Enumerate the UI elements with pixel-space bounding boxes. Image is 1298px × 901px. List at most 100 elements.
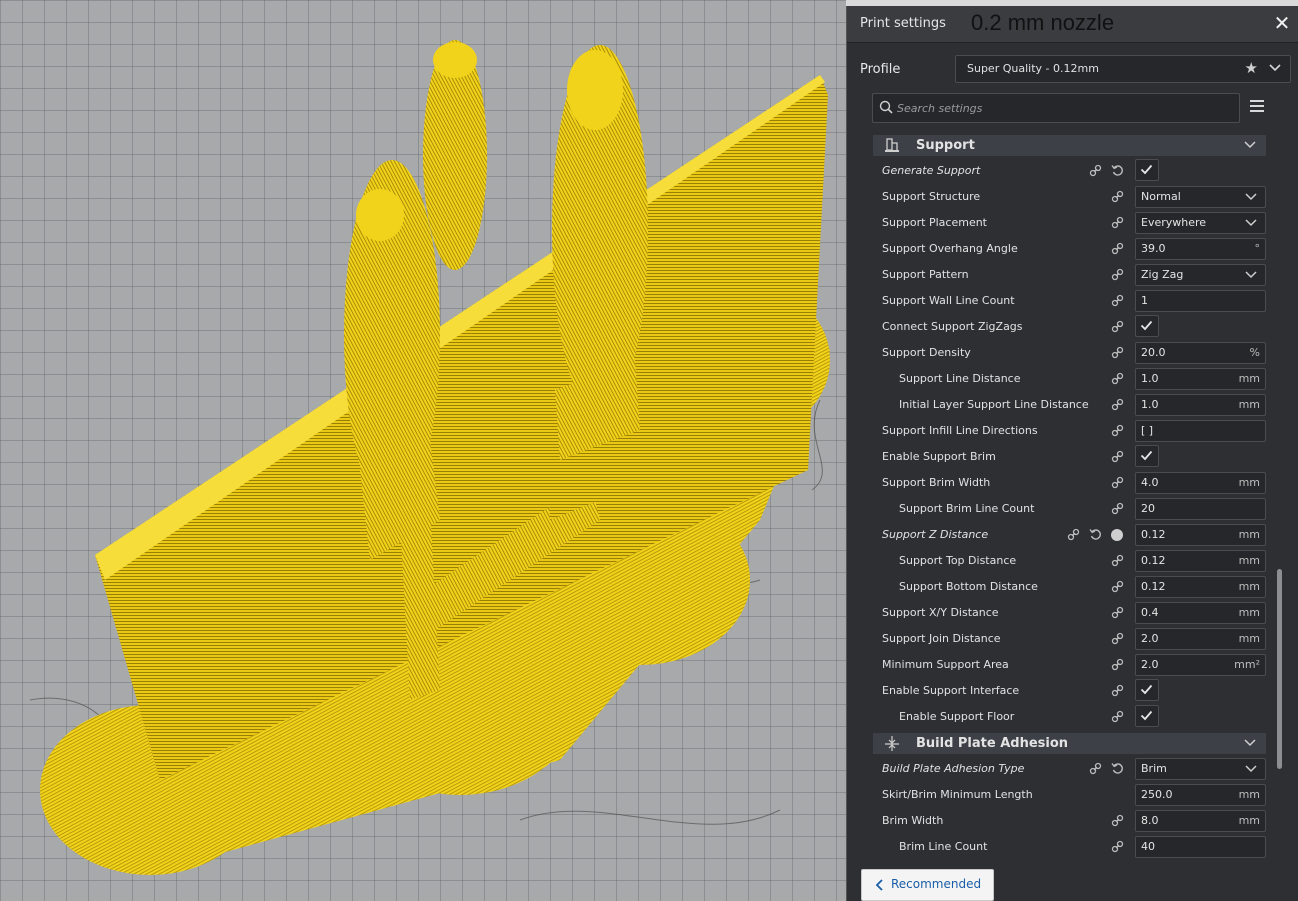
setting-value: 2.0	[1141, 658, 1159, 671]
link-icon[interactable]	[1111, 814, 1124, 827]
setting-row: Support Density 20.0%	[873, 340, 1268, 366]
setting-value: Brim	[1141, 762, 1167, 775]
setting-input[interactable]: 20.0%	[1135, 342, 1266, 364]
setting-value: 250.0	[1141, 788, 1173, 801]
hamburger-menu-icon[interactable]	[1250, 100, 1264, 112]
recommended-button[interactable]: Recommended	[861, 869, 994, 901]
3d-viewport[interactable]	[0, 0, 846, 901]
setting-input[interactable]: 4.0 mm	[1135, 472, 1266, 494]
setting-input[interactable]: 0.4 mm	[1135, 602, 1266, 624]
setting-input[interactable]: 1.0 mm	[1135, 394, 1266, 416]
check-icon	[1140, 710, 1153, 721]
setting-checkbox[interactable]	[1135, 705, 1159, 727]
chevron-down-icon	[1245, 271, 1257, 279]
link-icon[interactable]	[1111, 606, 1124, 619]
setting-checkbox[interactable]	[1135, 315, 1159, 337]
setting-dropdown[interactable]: Everywhere	[1135, 212, 1266, 234]
setting-row: Brim Line Count 40	[873, 834, 1268, 860]
setting-value: 4.0	[1141, 476, 1159, 489]
setting-checkbox[interactable]	[1135, 159, 1159, 181]
setting-label: Skirt/Brim Minimum Length	[882, 788, 1033, 801]
link-icon[interactable]	[1111, 346, 1124, 359]
setting-input[interactable]: 0.12 mm	[1135, 576, 1266, 598]
setting-input[interactable]: 39.0 °	[1135, 238, 1266, 260]
setting-value: 8.0	[1141, 814, 1159, 827]
link-icon[interactable]	[1089, 762, 1102, 775]
setting-row: Support Wall Line Count 1	[873, 288, 1268, 314]
setting-input[interactable]: 1	[1135, 290, 1266, 312]
link-icon[interactable]	[1089, 164, 1102, 177]
link-icon[interactable]	[1111, 320, 1124, 333]
setting-row: Support Structure Normal	[873, 184, 1268, 210]
setting-row: Enable Support Floor	[873, 704, 1268, 730]
reset-icon[interactable]	[1089, 528, 1102, 541]
setting-label: Enable Support Brim	[882, 450, 996, 463]
link-icon[interactable]	[1111, 684, 1124, 697]
setting-label: Support Pattern	[882, 268, 969, 281]
link-icon[interactable]	[1111, 294, 1124, 307]
setting-label: Build Plate Adhesion Type	[882, 762, 1025, 775]
setting-value: 1.0	[1141, 372, 1159, 385]
setting-dropdown[interactable]: Brim	[1135, 758, 1266, 780]
setting-input[interactable]: 20	[1135, 498, 1266, 520]
link-icon[interactable]	[1111, 190, 1124, 203]
link-icon[interactable]	[1111, 632, 1124, 645]
reset-icon[interactable]	[1111, 762, 1124, 775]
setting-unit: mm	[1238, 814, 1260, 827]
setting-label: Support Infill Line Directions	[882, 424, 1038, 437]
section-header-support[interactable]: Support	[873, 135, 1266, 156]
link-icon[interactable]	[1111, 580, 1124, 593]
link-icon[interactable]	[1111, 554, 1124, 567]
check-icon	[1140, 320, 1153, 331]
setting-label: Support Brim Line Count	[899, 502, 1035, 515]
link-icon[interactable]	[1111, 242, 1124, 255]
star-icon[interactable]: ★	[1245, 59, 1258, 77]
setting-unit: mm	[1238, 606, 1260, 619]
setting-label: Support Top Distance	[899, 554, 1017, 567]
setting-dropdown[interactable]: Normal	[1135, 186, 1266, 208]
setting-input[interactable]: [ ]	[1135, 420, 1266, 442]
setting-input[interactable]: 1.0 mm	[1135, 368, 1266, 390]
close-icon[interactable]: ✕	[1271, 12, 1293, 34]
link-icon[interactable]	[1111, 268, 1124, 281]
link-icon[interactable]	[1111, 372, 1124, 385]
link-icon[interactable]	[1111, 476, 1124, 489]
setting-label: Support Wall Line Count	[882, 294, 1015, 307]
link-icon[interactable]	[1111, 840, 1124, 853]
link-icon[interactable]	[1111, 658, 1124, 671]
link-icon[interactable]	[1111, 424, 1124, 437]
chevron-down-icon	[1269, 64, 1281, 72]
setting-input[interactable]: 2.0 mm²	[1135, 654, 1266, 676]
setting-input[interactable]: 0.12 mm	[1135, 524, 1266, 546]
link-icon[interactable]	[1067, 528, 1080, 541]
setting-label: Support Line Distance	[899, 372, 1021, 385]
link-icon[interactable]	[1111, 398, 1124, 411]
link-icon[interactable]	[1111, 216, 1124, 229]
scrollbar[interactable]	[1277, 569, 1282, 769]
setting-label: Brim Line Count	[899, 840, 988, 853]
setting-input[interactable]: 2.0 mm	[1135, 628, 1266, 650]
profile-dropdown[interactable]: Super Quality - 0.12mm ★	[955, 55, 1291, 83]
setting-input[interactable]: 250.0 mm	[1135, 784, 1266, 806]
search-input[interactable]	[895, 98, 1229, 118]
sliced-model-preview	[29, 40, 830, 875]
setting-label: Support Density	[882, 346, 971, 359]
setting-checkbox[interactable]	[1135, 679, 1159, 701]
section-header-adhesion[interactable]: Build Plate Adhesion	[873, 733, 1266, 754]
setting-row: Support Overhang Angle 39.0 °	[873, 236, 1268, 262]
setting-input[interactable]: 40	[1135, 836, 1266, 858]
link-icon[interactable]	[1111, 450, 1124, 463]
function-icon[interactable]	[1111, 529, 1123, 541]
reset-icon[interactable]	[1111, 164, 1124, 177]
link-icon[interactable]	[1111, 502, 1124, 515]
setting-label: Support Bottom Distance	[899, 580, 1038, 593]
nozzle-annotation: 0.2 mm nozzle	[971, 10, 1115, 35]
setting-label: Enable Support Interface	[882, 684, 1020, 697]
setting-row: Support Infill Line Directions [ ]	[873, 418, 1268, 444]
setting-unit: mm	[1238, 476, 1260, 489]
setting-checkbox[interactable]	[1135, 445, 1159, 467]
link-icon[interactable]	[1111, 710, 1124, 723]
setting-input[interactable]: 0.12 mm	[1135, 550, 1266, 572]
setting-dropdown[interactable]: Zig Zag	[1135, 264, 1266, 286]
setting-input[interactable]: 8.0 mm	[1135, 810, 1266, 832]
